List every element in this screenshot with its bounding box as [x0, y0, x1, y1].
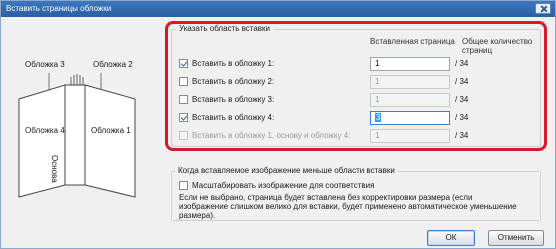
spine-caption: Основа [50, 155, 59, 183]
cover-pages-dialog: Вставить страницы обложки Обложка 3 Обло… [0, 0, 556, 249]
cover4-caption: Обложка 4 [25, 126, 65, 135]
ok-button[interactable]: ОК [427, 230, 475, 246]
highlight-frame [165, 21, 547, 151]
scale-note: Если не выбрано, страница будет вставлен… [179, 193, 517, 220]
cancel-button[interactable]: Отменить [488, 230, 544, 246]
scale-image-label: Масштабировать изображение для соответст… [192, 181, 375, 190]
scale-image-checkbox[interactable] [179, 181, 188, 190]
window-title: Вставить страницы обложки [6, 4, 112, 13]
close-icon[interactable] [535, 3, 551, 14]
cover1-caption: Обложка 1 [91, 126, 131, 135]
title-bar: Вставить страницы обложки [1, 1, 555, 17]
smaller-image-title: Когда вставляемое изображение меньше обл… [175, 166, 398, 175]
open-book-icon [18, 73, 136, 198]
book-illustration-panel: Обложка 3 Обложка 2 Обложка 4 Основа Обл… [1, 17, 161, 249]
